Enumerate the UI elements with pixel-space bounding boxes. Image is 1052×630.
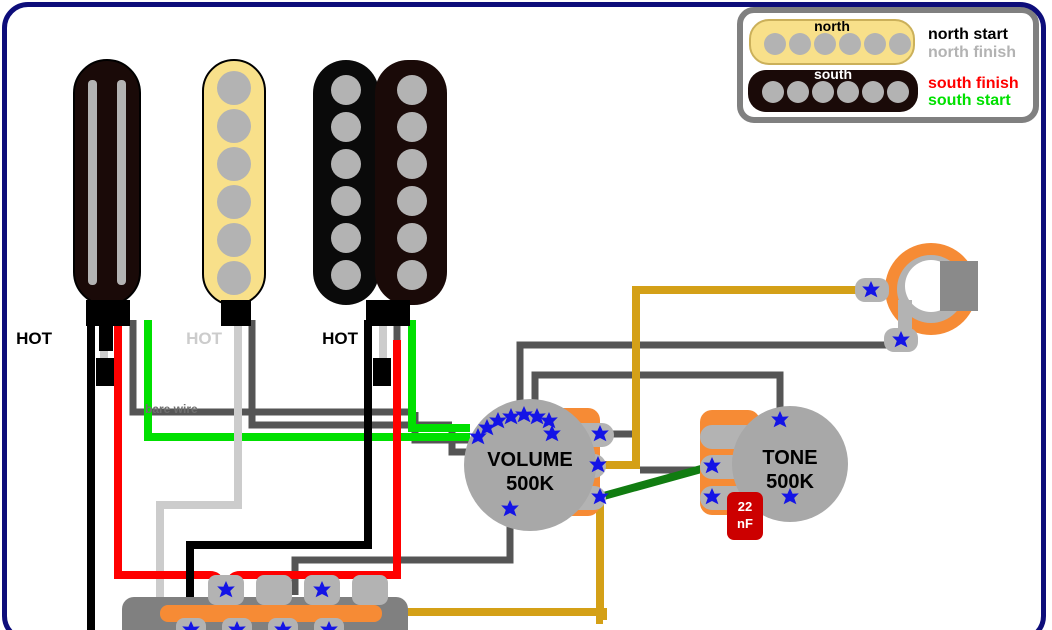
tone-pot-label-value: TONE bbox=[762, 447, 817, 469]
bare-wire-label: bare wire bbox=[145, 402, 198, 416]
green-wire-bridge bbox=[408, 320, 470, 432]
legend-entry-south-start: south start bbox=[928, 92, 1011, 109]
legend-south-label: south bbox=[814, 66, 852, 82]
middle-pickup-hot-label: HOT bbox=[186, 329, 223, 348]
legend-entry-north-start: north start bbox=[928, 26, 1009, 43]
legend-north-coil: north bbox=[749, 18, 915, 65]
neck-pickup-hot-label: HOT bbox=[16, 329, 53, 348]
legend-entry-north-finish: north finish bbox=[928, 44, 1016, 61]
yellow-volume-to-switch bbox=[596, 497, 604, 624]
switch-top-lug-2 bbox=[256, 575, 292, 605]
tone-pot[interactable]: TONE 500K bbox=[700, 406, 848, 522]
yellow-switch-run bbox=[400, 608, 607, 620]
volume-pot-label-value: VOLUME bbox=[487, 449, 573, 471]
pickup-selector-switch[interactable] bbox=[122, 575, 408, 630]
capacitor-value: 22 bbox=[738, 499, 752, 514]
capacitor-unit: nF bbox=[737, 516, 753, 531]
legend-panel: south north north start north finish sou… bbox=[737, 7, 1039, 123]
tone-capacitor[interactable]: 22 nF bbox=[727, 492, 763, 540]
neck-wire-sleeve bbox=[96, 358, 114, 386]
bare-wire-neck bbox=[129, 320, 415, 416]
volume-pot-label-rating: 500K bbox=[506, 473, 554, 495]
switch-top-lug-4 bbox=[352, 575, 388, 605]
legend-entry-south-finish: south finish bbox=[928, 75, 1019, 92]
bridge-pickup-hot-label: HOT bbox=[322, 329, 359, 348]
legend-north-label: north bbox=[814, 18, 850, 34]
wiring-diagram-canvas: HOT HOT HOT bare wire VOLUME 500K TONE 5… bbox=[0, 0, 1052, 630]
output-jack[interactable] bbox=[855, 243, 978, 352]
neck-pickup[interactable]: HOT bbox=[16, 59, 141, 351]
legend-south-coil: south bbox=[748, 66, 918, 112]
guitar-wiring-diagram: HOT HOT HOT bare wire VOLUME 500K TONE 5… bbox=[16, 7, 1039, 630]
middle-pickup[interactable]: HOT bbox=[186, 59, 266, 348]
